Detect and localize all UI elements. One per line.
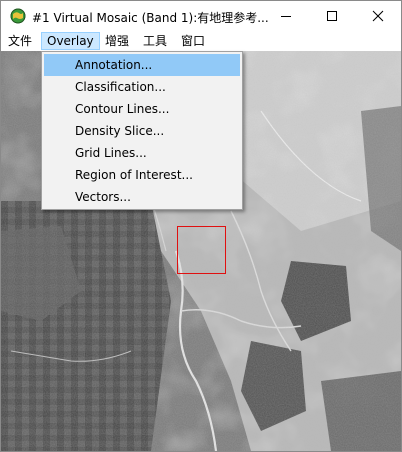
window-title: #1 Virtual Mosaic (Band 1):有地理参考... — [32, 11, 269, 25]
menu-bar: 文件 Overlay 增强 工具 窗口 — [1, 31, 401, 51]
close-button[interactable] — [355, 1, 401, 31]
menu-enhance[interactable]: 增强 — [100, 32, 134, 50]
menu-item-density-slice[interactable]: Density Slice... — [44, 120, 240, 142]
image-window: #1 Virtual Mosaic (Band 1):有地理参考... 文件 O… — [0, 0, 402, 452]
menu-item-vectors[interactable]: Vectors... — [44, 186, 240, 208]
maximize-button[interactable] — [309, 1, 355, 31]
menu-item-contour-lines[interactable]: Contour Lines... — [44, 98, 240, 120]
menu-item-grid-lines[interactable]: Grid Lines... — [44, 142, 240, 164]
envi-globe-icon[interactable] — [10, 8, 26, 24]
menu-tools[interactable]: 工具 — [138, 32, 172, 50]
zoom-box-indicator[interactable] — [177, 226, 226, 274]
overlay-dropdown-menu: Annotation... Classification... Contour … — [41, 51, 243, 210]
close-icon — [372, 10, 384, 22]
menu-item-region-of-interest[interactable]: Region of Interest... — [44, 164, 240, 186]
menu-window[interactable]: 窗口 — [176, 32, 210, 50]
maximize-icon — [327, 11, 337, 21]
menu-overlay[interactable]: Overlay — [41, 32, 100, 50]
minimize-icon — [281, 16, 291, 17]
menu-item-classification[interactable]: Classification... — [44, 76, 240, 98]
menu-file[interactable]: 文件 — [3, 32, 37, 50]
title-bar[interactable]: #1 Virtual Mosaic (Band 1):有地理参考... — [1, 1, 401, 31]
minimize-button[interactable] — [263, 1, 309, 31]
menu-item-annotation[interactable]: Annotation... — [44, 54, 240, 76]
